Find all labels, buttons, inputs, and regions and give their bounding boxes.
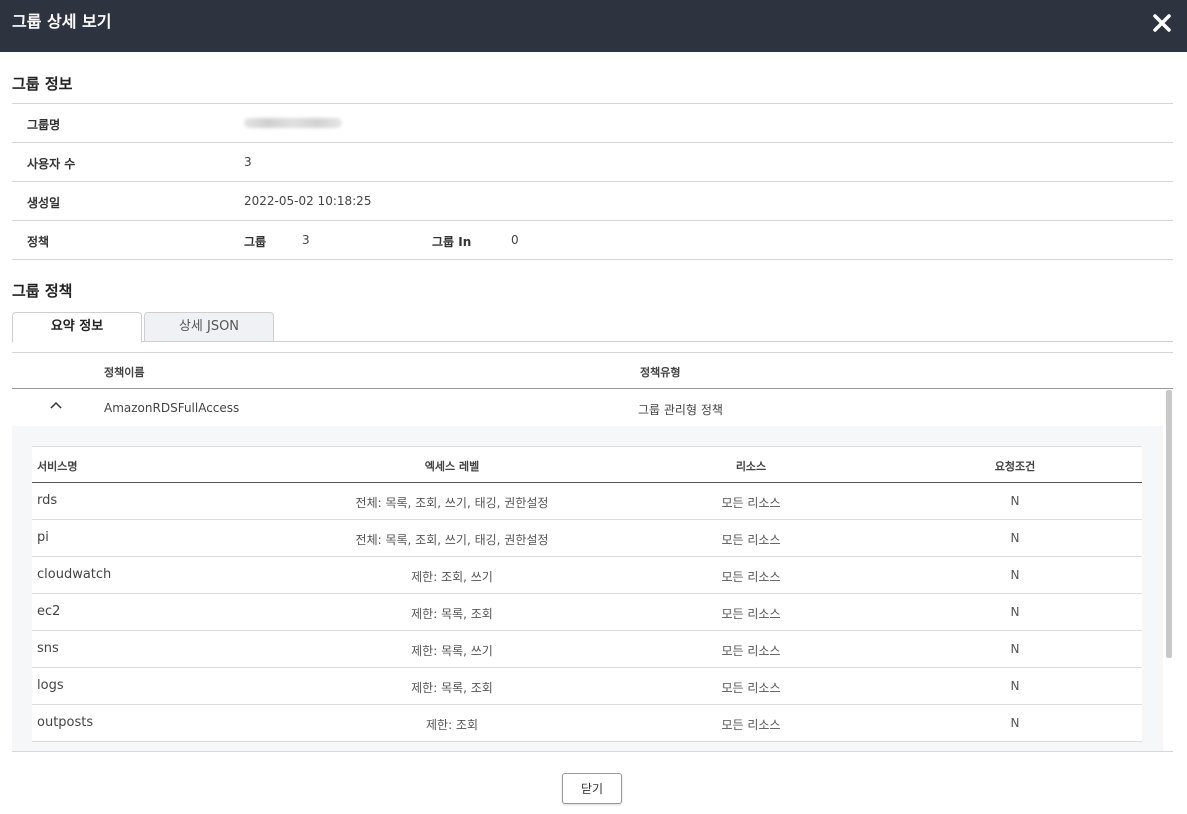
- group-name-value-redacted: [244, 118, 342, 128]
- created-value: 2022-05-02 10:18:25: [244, 194, 372, 208]
- service-name: rds: [37, 493, 58, 508]
- policy-name-header: 정책이름: [104, 366, 145, 379]
- group-info-title: 그룹 정보: [12, 75, 73, 93]
- resource: 모든 리소스: [721, 718, 781, 732]
- policy-type: 그룹 관리형 정책: [638, 403, 723, 417]
- access-level: 전체: 목록, 조회, 쓰기, 태깅, 권한설정: [355, 496, 549, 510]
- condition-header: 요청조건: [994, 460, 1036, 473]
- info-row-created: 생성일 2022-05-02 10:18:25: [12, 182, 1173, 221]
- policy-label: 정책: [27, 235, 50, 249]
- policy-list: 정책이름 정책유형 AmazonRDSFullAccess 그룹 관리형 정책 …: [12, 352, 1173, 752]
- policy-detail-panel: 서비스명 엑세스 레벨 리소스 요청조건 rds 전체: 목록, 조회, 쓰기,…: [12, 426, 1163, 751]
- access-level: 제한: 목록, 쓰기: [411, 644, 493, 658]
- info-row-user-count: 사용자 수 3: [12, 143, 1173, 182]
- policy-type-header: 정책유형: [640, 366, 681, 379]
- group-policy-title: 그룹 정책: [12, 282, 73, 300]
- chevron-up-icon[interactable]: [50, 400, 62, 412]
- table-row: cloudwatch 제한: 조회, 쓰기 모든 리소스 N: [32, 557, 1142, 594]
- inline-policy-count: 0: [511, 233, 519, 247]
- service-name: logs: [37, 678, 64, 693]
- group-policy-label: 그룹: [244, 235, 267, 249]
- resource: 모든 리소스: [721, 644, 781, 658]
- modal-header: 그룹 상세 보기: [0, 0, 1187, 52]
- user-count-label: 사용자 수: [27, 157, 76, 171]
- condition: N: [1010, 679, 1020, 693]
- tab-json[interactable]: 상세 JSON: [144, 312, 274, 342]
- service-table-header: 서비스명 엑세스 레벨 리소스 요청조건: [32, 447, 1142, 483]
- close-button[interactable]: 닫기: [562, 773, 622, 804]
- group-info-table: 그룹명 사용자 수 3 생성일 2022-05-02 10:18:25 정책 그…: [12, 103, 1173, 260]
- condition: N: [1010, 605, 1020, 619]
- condition: N: [1010, 494, 1020, 508]
- table-row: sns 제한: 목록, 쓰기 모든 리소스 N: [32, 631, 1142, 668]
- service-header: 서비스명: [37, 460, 78, 473]
- condition: N: [1010, 642, 1020, 656]
- resource-header: 리소스: [735, 460, 767, 473]
- info-row-group-name: 그룹명: [12, 104, 1173, 143]
- group-name-label: 그룹명: [27, 118, 61, 132]
- service-name: pi: [37, 530, 49, 545]
- condition: N: [1010, 531, 1020, 545]
- access-level: 전체: 목록, 조회, 쓰기, 태깅, 권한설정: [355, 533, 549, 547]
- service-table: 서비스명 엑세스 레벨 리소스 요청조건 rds 전체: 목록, 조회, 쓰기,…: [32, 446, 1142, 742]
- table-row: pi 전체: 목록, 조회, 쓰기, 태깅, 권한설정 모든 리소스 N: [32, 520, 1142, 557]
- info-row-policy: 정책 그룹 3 그룹 In 0: [12, 221, 1173, 260]
- access-level: 제한: 목록, 조회: [411, 607, 493, 621]
- service-name: ec2: [37, 604, 61, 619]
- policy-tabs: 요약 정보 상세 JSON: [12, 312, 1173, 343]
- resource: 모든 리소스: [721, 607, 781, 621]
- service-name: outposts: [37, 715, 94, 730]
- modal-title: 그룹 상세 보기: [12, 12, 112, 31]
- close-icon[interactable]: [1151, 12, 1173, 34]
- policy-name: AmazonRDSFullAccess: [104, 401, 240, 415]
- table-row: rds 전체: 목록, 조회, 쓰기, 태깅, 권한설정 모든 리소스 N: [32, 483, 1142, 520]
- access-level: 제한: 목록, 조회: [411, 681, 493, 695]
- resource: 모든 리소스: [721, 496, 781, 510]
- user-count-value: 3: [244, 155, 252, 169]
- access-header: 엑세스 레벨: [424, 460, 480, 473]
- condition: N: [1010, 568, 1020, 582]
- service-name: sns: [37, 641, 59, 656]
- scrollbar[interactable]: [1166, 390, 1172, 658]
- policy-row[interactable]: AmazonRDSFullAccess 그룹 관리형 정책: [12, 390, 1163, 426]
- table-row: ec2 제한: 목록, 조회 모든 리소스 N: [32, 594, 1142, 631]
- access-level: 제한: 조회, 쓰기: [411, 570, 493, 584]
- condition: N: [1010, 716, 1020, 730]
- access-level: 제한: 조회: [425, 718, 479, 732]
- resource: 모든 리소스: [721, 570, 781, 584]
- policy-header-row: 정책이름 정책유형: [12, 353, 1173, 389]
- resource: 모든 리소스: [721, 533, 781, 547]
- service-name: cloudwatch: [37, 567, 112, 582]
- group-policy-count: 3: [302, 233, 310, 247]
- table-row: outposts 제한: 조회 모든 리소스 N: [32, 705, 1142, 742]
- created-label: 생성일: [27, 196, 61, 210]
- resource: 모든 리소스: [721, 681, 781, 695]
- tab-summary[interactable]: 요약 정보: [12, 312, 142, 343]
- table-row: logs 제한: 목록, 조회 모든 리소스 N: [32, 668, 1142, 705]
- inline-policy-label: 그룹 In: [432, 235, 472, 249]
